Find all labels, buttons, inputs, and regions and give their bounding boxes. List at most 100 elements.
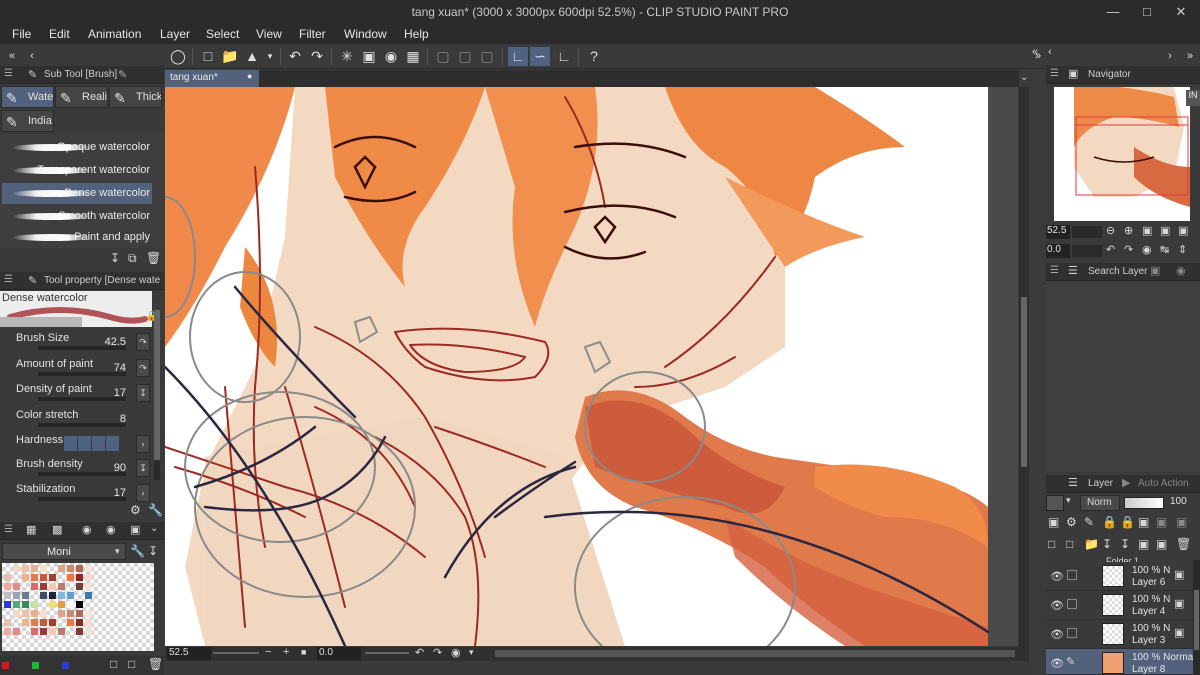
collapse-right-icon[interactable]: » bbox=[1180, 47, 1200, 66]
fit-navigator-icon[interactable]: ▣ bbox=[1178, 224, 1188, 237]
minimize-icon[interactable]: — bbox=[1096, 0, 1130, 24]
deselect-icon[interactable]: ▢ bbox=[433, 47, 453, 66]
snap-grid-icon[interactable]: ∟ bbox=[554, 47, 574, 66]
transfer-down-icon[interactable]: ↧ bbox=[1102, 537, 1112, 551]
color-swatch[interactable] bbox=[76, 565, 83, 572]
prop-value[interactable]: 74 bbox=[114, 362, 126, 374]
color-wheel-tab-icon[interactable]: ▦ bbox=[26, 523, 36, 536]
prop-value[interactable]: 42.5 bbox=[105, 336, 126, 348]
blend-mode-dropdown[interactable]: Norm bbox=[1080, 495, 1120, 511]
brush-paint-and-apply[interactable]: Paint and apply bbox=[2, 227, 152, 248]
color-swatch[interactable] bbox=[49, 592, 56, 599]
color-swatch[interactable] bbox=[67, 565, 74, 572]
menu-icon[interactable]: ☰ bbox=[4, 274, 13, 285]
color-swatch[interactable] bbox=[13, 592, 20, 599]
color-swatch[interactable] bbox=[58, 610, 65, 617]
chevron-down-icon[interactable]: ⌄ bbox=[1020, 72, 1028, 83]
lock-icon[interactable]: 🔒 bbox=[1102, 515, 1117, 529]
invert-selection-icon[interactable]: ▢ bbox=[455, 47, 475, 66]
new-vector-layer-icon[interactable]: □ bbox=[1066, 537, 1073, 551]
actual-size-icon[interactable]: ▣ bbox=[1142, 224, 1152, 237]
color-swatch[interactable] bbox=[67, 601, 74, 608]
show-selection-icon[interactable]: ▢ bbox=[477, 47, 497, 66]
prop-color-stretch[interactable]: Color stretch 8 bbox=[2, 409, 152, 433]
save-dropdown-icon[interactable]: ▾ bbox=[260, 47, 280, 66]
menu-select[interactable]: Select bbox=[206, 27, 239, 41]
delete-subtool-icon[interactable]: 🗑 bbox=[146, 251, 161, 265]
opacity-value[interactable]: 100 bbox=[1170, 496, 1187, 507]
navigator-zoom-slider[interactable] bbox=[1072, 226, 1102, 238]
clear-icon[interactable]: ✳ bbox=[337, 47, 357, 66]
chevron-right-icon[interactable]: › bbox=[136, 484, 150, 502]
visibility-eye-icon[interactable]: 👁 bbox=[1050, 570, 1064, 583]
navigator-rotation-slider[interactable] bbox=[1072, 245, 1102, 257]
close-icon[interactable]: ✕ bbox=[1164, 0, 1198, 24]
menu-icon[interactable]: ☰ bbox=[4, 524, 13, 535]
color-set-tab-icon[interactable]: ▩ bbox=[52, 523, 62, 536]
color-swatch[interactable] bbox=[85, 592, 92, 599]
color-swatch[interactable] bbox=[22, 619, 29, 626]
clip-icon[interactable]: ▣ bbox=[1048, 515, 1059, 529]
history-tab-icon[interactable]: ◉ bbox=[106, 523, 116, 536]
color-swatch[interactable] bbox=[40, 628, 47, 635]
color-swatch[interactable] bbox=[85, 583, 92, 590]
pressure-icon[interactable]: ↷ bbox=[136, 359, 150, 377]
color-swatch[interactable] bbox=[40, 619, 47, 626]
tab-water[interactable]: ✎ Water bbox=[1, 86, 54, 108]
color-swatch[interactable] bbox=[31, 583, 38, 590]
color-set-dropdown[interactable]: Moni ▾ bbox=[2, 543, 126, 560]
transform-icon[interactable]: ▦ bbox=[403, 47, 423, 66]
prop-hardness[interactable]: Hardness › bbox=[2, 434, 152, 458]
snap-special-ruler-icon[interactable]: ∽ bbox=[530, 47, 550, 66]
chevron-left-icon[interactable]: ‹ bbox=[22, 47, 42, 66]
color-swatch[interactable] bbox=[13, 610, 20, 617]
scroll-thumb[interactable] bbox=[1021, 297, 1027, 467]
zoom-slider[interactable] bbox=[213, 652, 259, 654]
load-subtool-icon[interactable]: ↧ bbox=[110, 251, 120, 265]
brush-tool-tab-icon[interactable]: ✎ bbox=[118, 68, 127, 81]
hardness-step[interactable] bbox=[64, 436, 77, 451]
chevron-down-icon[interactable]: ▾ bbox=[1066, 495, 1071, 506]
color-swatch[interactable] bbox=[31, 565, 38, 572]
color-swatch[interactable] bbox=[85, 619, 92, 626]
layer-name[interactable]: Layer 4 bbox=[1132, 606, 1165, 617]
new-raster-layer-icon[interactable]: □ bbox=[1048, 537, 1055, 551]
menu-help[interactable]: Help bbox=[404, 27, 429, 41]
wrench-icon[interactable]: 🔧 bbox=[130, 544, 145, 558]
color-swatch[interactable] bbox=[85, 610, 92, 617]
color-swatch[interactable] bbox=[58, 601, 65, 608]
color-swatch[interactable] bbox=[40, 592, 47, 599]
layer-select-checkbox[interactable] bbox=[1067, 628, 1077, 638]
save-icon[interactable]: ▲ bbox=[242, 47, 262, 66]
snap-ruler-icon[interactable]: ∟ bbox=[508, 47, 528, 66]
color-swatch[interactable] bbox=[58, 628, 65, 635]
enable-mask-icon[interactable]: ▣ bbox=[1176, 515, 1187, 529]
color-swatch[interactable] bbox=[40, 574, 47, 581]
navigator-rotation-field[interactable]: 0.0 bbox=[1046, 244, 1070, 258]
clip-studio-icon[interactable]: ◯ bbox=[168, 47, 188, 66]
chevron-right-icon[interactable]: › bbox=[136, 435, 150, 453]
stop-icon[interactable]: ■ bbox=[301, 647, 306, 657]
layer-row[interactable]: 👁 100 % N Layer 6 ▣ bbox=[1046, 562, 1193, 591]
pressure-icon[interactable]: ↧ bbox=[136, 459, 150, 477]
auto-action-icon[interactable]: ▶ bbox=[1122, 476, 1130, 489]
layer-select-checkbox[interactable] bbox=[1067, 599, 1077, 609]
color-swatch[interactable] bbox=[22, 601, 29, 608]
tab-india[interactable]: ✎ India bbox=[1, 110, 54, 132]
layer-name[interactable]: Layer 8 bbox=[1132, 664, 1165, 675]
layer-select-checkbox[interactable] bbox=[1067, 570, 1077, 580]
visibility-eye-icon[interactable]: 👁 bbox=[1050, 657, 1064, 670]
apply-mask-icon[interactable]: ▣ bbox=[1156, 537, 1167, 551]
color-swatch[interactable] bbox=[85, 565, 92, 572]
mask-icon[interactable]: ▣ bbox=[1138, 515, 1149, 529]
close-tab-icon[interactable]: ● bbox=[247, 71, 252, 81]
navigator-preview[interactable] bbox=[1054, 87, 1190, 221]
fit-window-icon[interactable]: ▣ bbox=[1160, 224, 1170, 237]
new-folder-icon[interactable]: 📁 bbox=[1084, 537, 1099, 551]
rotate-right-icon[interactable]: ↷ bbox=[1124, 243, 1133, 256]
pressure-icon[interactable]: ↷ bbox=[136, 333, 150, 351]
prop-brush-density[interactable]: Brush density 90 ↧ bbox=[2, 458, 152, 482]
clear-outside-icon[interactable]: ▣ bbox=[359, 47, 379, 66]
reset-rotation-icon[interactable]: ◉ bbox=[451, 646, 461, 659]
hardness-step[interactable] bbox=[92, 436, 105, 451]
